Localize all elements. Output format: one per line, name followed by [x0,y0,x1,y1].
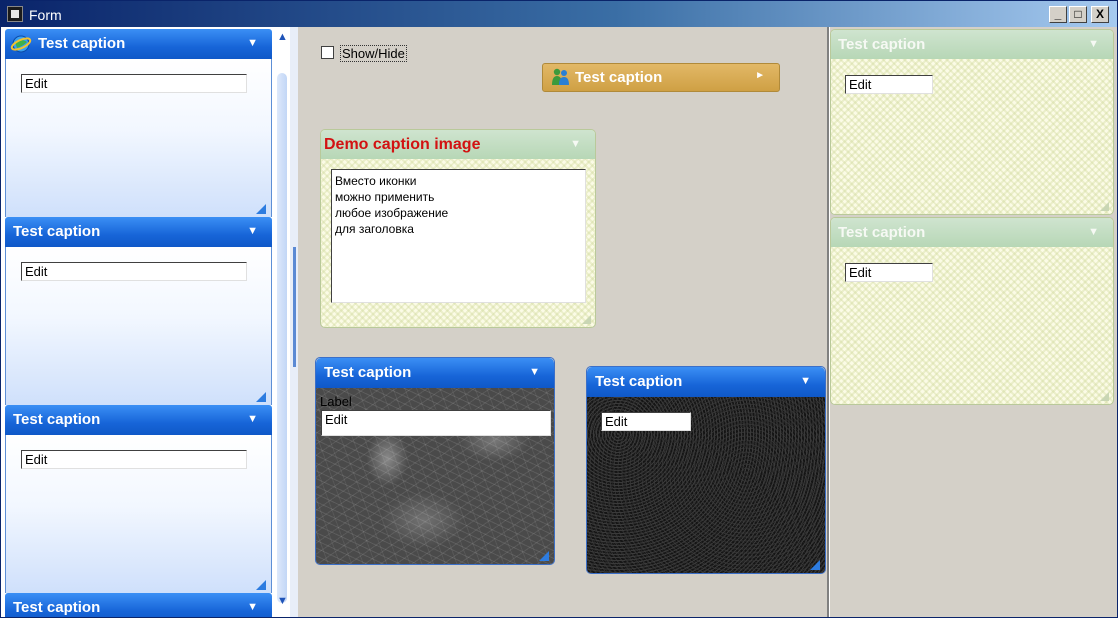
chevron-down-icon[interactable]: ▼ [570,138,581,150]
texture-panel-2-caption[interactable]: Test caption ▼ [587,367,825,397]
edit-field[interactable]: Edit [845,75,933,94]
resize-grip-icon[interactable] [1100,392,1109,401]
texture-panel-label: Label [320,394,352,409]
left-panel-3-caption[interactable]: Test caption ▼ [5,405,272,435]
demo-panel-title: Demo caption image [324,136,481,153]
right-panel-1-caption[interactable]: Test caption ▼ [831,30,1113,59]
right-panel-1: Test caption ▼ Edit [830,29,1114,215]
show-hide-label[interactable]: Show/Hide [340,45,407,62]
demo-memo[interactable]: Вместо иконки можно применить любое изобра… [331,169,586,303]
scroll-up-icon[interactable]: ▲ [277,31,288,43]
memo-line: для заголовка [335,222,414,236]
left-accordion: Test caption ▼ Edit Test caption ▼ Edit … [1,27,274,617]
left-panel-3: Test caption ▼ Edit [5,405,272,593]
left-panel-2-title: Test caption [13,223,101,240]
resize-grip-icon[interactable] [256,392,266,402]
chevron-down-icon[interactable]: ▼ [1088,226,1099,238]
right-panel-2: Test caption ▼ Edit [830,217,1114,405]
chevron-down-icon[interactable]: ▼ [247,225,258,237]
texture-panel-1: Test caption ▼ Label Edit [315,357,555,565]
edit-field[interactable]: Edit [21,262,247,281]
memo-line: Вместо иконки [335,174,417,188]
splitter[interactable] [290,27,298,617]
left-panel-3-title: Test caption [13,411,101,428]
maximize-button[interactable]: □ [1069,6,1087,23]
left-panel-1-caption[interactable]: Test caption ▼ [5,29,272,59]
app-icon [7,6,23,22]
edit-field[interactable]: Edit [845,263,933,282]
orange-panel-title: Test caption [575,69,663,86]
left-scrollbar[interactable]: ▲ ▼ [274,27,290,617]
demo-panel-caption[interactable]: Demo caption image ▼ [321,130,595,159]
left-panel-4: Test caption ▼ [5,593,272,617]
edit-field[interactable]: Edit [321,410,551,436]
splitter-handle[interactable] [293,247,296,367]
left-panel-1: Test caption ▼ Edit [5,29,272,217]
chevron-down-icon[interactable]: ▼ [247,601,258,613]
chevron-down-icon[interactable]: ▼ [529,366,540,378]
right-panel-1-title: Test caption [838,36,926,53]
right-panel-2-caption[interactable]: Test caption ▼ [831,218,1113,247]
memo-line: можно применить [335,190,435,204]
scroll-down-icon[interactable]: ▼ [277,595,288,607]
edit-field[interactable]: Edit [21,74,247,93]
resize-grip-icon[interactable] [810,560,820,570]
ie-globe-icon [10,35,32,53]
edit-field[interactable]: Edit [21,450,247,469]
chevron-down-icon[interactable]: ▼ [247,413,258,425]
chevron-down-icon[interactable]: ▼ [1088,38,1099,50]
minimize-button[interactable]: _ [1049,6,1067,23]
left-panel-4-title: Test caption [13,599,101,616]
orange-panel-caption[interactable]: Test caption ► [542,63,780,92]
window-title: Form [29,7,62,23]
scroll-thumb[interactable] [277,73,287,603]
resize-grip-icon[interactable] [256,580,266,590]
people-icon [552,68,569,85]
left-panel-1-title: Test caption [38,35,126,52]
left-panel-2-caption[interactable]: Test caption ▼ [5,217,272,247]
resize-grip-icon[interactable] [539,551,549,561]
close-button[interactable]: X [1091,6,1109,23]
edit-field[interactable]: Edit [601,412,691,431]
title-bar[interactable]: Form _ □ X [1,1,1117,27]
chevron-right-icon[interactable]: ► [755,70,765,81]
left-panel-3-body: Edit [5,435,272,593]
texture-panel-2: Test caption ▼ Edit [586,366,826,574]
right-panel-2-title: Test caption [838,224,926,241]
left-panel-2: Test caption ▼ Edit [5,217,272,405]
texture-panel-2-title: Test caption [595,373,683,390]
texture-panel-1-title: Test caption [324,364,412,381]
left-panel-2-body: Edit [5,247,272,405]
texture-panel-1-caption[interactable]: Test caption ▼ [316,358,554,388]
form-window: Form _ □ X Test caption ▼ Edit Test capt… [0,0,1118,618]
show-hide-checkbox[interactable] [321,46,334,59]
resize-grip-icon[interactable] [256,204,266,214]
chevron-down-icon[interactable]: ▼ [800,375,811,387]
resize-grip-icon[interactable] [1100,202,1109,211]
chevron-down-icon[interactable]: ▼ [247,37,258,49]
left-panel-4-caption[interactable]: Test caption ▼ [5,593,272,617]
resize-grip-icon[interactable] [582,315,591,324]
left-panel-1-body: Edit [5,59,272,217]
memo-line: любое изображение [335,206,449,220]
